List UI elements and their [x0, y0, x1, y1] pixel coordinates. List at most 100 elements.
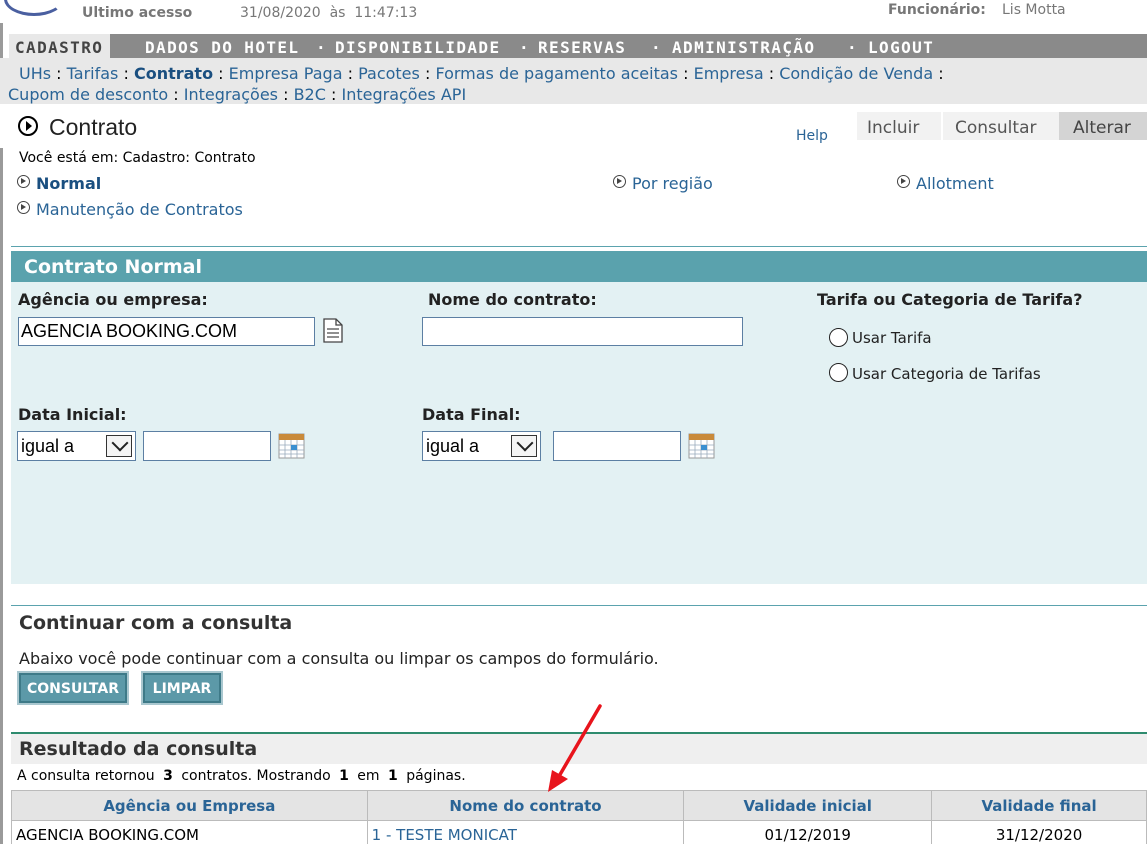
sub-nav-integracoes-api[interactable]: Integrações API	[341, 85, 466, 104]
sub-nav: UHs : Tarifas : Contrato : Empresa Paga …	[0, 58, 1147, 104]
sub-nav-separator: :	[173, 85, 179, 104]
contrato-normal-form: Contrato Normal Agência ou empresa: AGEN…	[11, 251, 1147, 584]
data-final-input[interactable]	[553, 431, 681, 461]
data-inicial-operator-value: igual a	[21, 436, 75, 456]
option-allotment[interactable]: Allotment	[897, 174, 994, 193]
option-por-regiao-label: Por região	[632, 174, 713, 193]
summary-text: A consulta retornou	[17, 768, 155, 784]
main-nav-administracao[interactable]: ADMINISTRAÇÃO	[672, 38, 815, 57]
chevron-down-icon	[106, 435, 132, 457]
summary-text: contratos. Mostrando	[181, 768, 331, 784]
data-final-operator-select[interactable]: igual a	[422, 431, 541, 461]
sub-nav-separator: :	[347, 64, 353, 83]
results-table: Agência ou Empresa Nome do contrato Vali…	[11, 790, 1147, 844]
divider	[11, 246, 1147, 247]
column-header-validade-final[interactable]: Validade final	[931, 790, 1147, 821]
cell-nome: 1 - TESTE MONICAT	[366, 820, 685, 844]
sub-nav-b2c[interactable]: B2C	[294, 85, 326, 104]
result-count: 3	[163, 768, 173, 784]
usar-categoria-radio[interactable]	[829, 363, 848, 382]
usar-tarifa-radio[interactable]	[829, 328, 848, 347]
sub-nav-separator: :	[938, 64, 944, 83]
limpar-button[interactable]: LIMPAR	[141, 671, 223, 705]
results-title: Resultado da consulta	[19, 738, 258, 760]
sub-nav-integracoes[interactable]: Integrações	[184, 85, 278, 104]
option-manutencao-contratos[interactable]: Manutenção de Contratos	[17, 200, 243, 219]
page-current: 1	[339, 768, 349, 784]
main-nav-separator: ·	[847, 38, 859, 57]
sub-nav-empresa[interactable]: Empresa	[694, 64, 764, 83]
main-nav-logout[interactable]: LOGOUT	[868, 38, 934, 57]
help-link[interactable]: Help	[796, 128, 828, 144]
document-icon[interactable]	[322, 318, 344, 343]
calendar-icon[interactable]	[688, 432, 715, 459]
sub-nav-contrato[interactable]: Contrato	[134, 64, 213, 83]
sub-nav-cupom[interactable]: Cupom de desconto	[8, 85, 168, 104]
agencia-label: Agência ou empresa:	[18, 290, 208, 309]
option-por-regiao[interactable]: Por região	[613, 174, 713, 193]
tab-consultar[interactable]: Consultar	[941, 112, 1059, 140]
tab-incluir[interactable]: Incluir	[857, 112, 941, 140]
data-final-label: Data Final:	[422, 405, 521, 424]
table-row: AGENCIA BOOKING.COM 1 - TESTE MONICAT 01…	[11, 820, 1147, 844]
sub-nav-formas-pagamento[interactable]: Formas de pagamento aceitas	[435, 64, 678, 83]
form-header: Contrato Normal	[11, 251, 1147, 282]
calendar-icon[interactable]	[278, 432, 305, 459]
main-nav-dados-do-hotel[interactable]: DADOS DO HOTEL	[145, 38, 299, 57]
chevron-down-icon	[511, 435, 537, 457]
cell-validade-final: 31/12/2020	[931, 820, 1147, 844]
sub-nav-empresa-paga[interactable]: Empresa Paga	[229, 64, 343, 83]
sub-nav-separator: :	[768, 64, 775, 83]
sub-nav-separator: :	[123, 64, 129, 83]
sub-nav-separator: :	[56, 64, 62, 83]
data-final-operator-value: igual a	[426, 436, 480, 456]
page-title: Contrato	[49, 114, 138, 140]
nome-contrato-input[interactable]	[422, 317, 743, 346]
column-header-nome[interactable]: Nome do contrato	[366, 790, 685, 821]
usar-tarifa-label: Usar Tarifa	[852, 329, 932, 347]
employee-label: Funcionário:	[888, 2, 986, 18]
annotation-arrow	[548, 704, 602, 792]
summary-text: em	[357, 768, 380, 784]
divider	[11, 605, 1147, 606]
form-title: Contrato Normal	[24, 256, 203, 278]
arrow-circle-icon	[897, 175, 910, 188]
consultar-button[interactable]: CONSULTAR	[17, 671, 129, 705]
agencia-input[interactable]: AGENCIA BOOKING.COM	[18, 317, 315, 346]
sub-nav-separator: :	[424, 64, 431, 83]
continue-description: Abaixo você pode continuar com a consult…	[19, 649, 659, 668]
option-normal[interactable]: Normal	[17, 174, 101, 193]
contract-link[interactable]: 1 - TESTE MONICAT	[372, 826, 517, 844]
tab-alterar[interactable]: Alterar	[1059, 112, 1147, 140]
summary-text: páginas.	[406, 768, 466, 784]
sub-nav-condicao-venda[interactable]: Condição de Venda	[779, 64, 933, 83]
usar-categoria-label: Usar Categoria de Tarifas	[852, 365, 1041, 383]
sub-nav-separator: :	[283, 85, 289, 104]
sub-nav-uhs[interactable]: UHs	[19, 64, 51, 83]
main-nav-reservas[interactable]: RESERVAS	[538, 38, 626, 57]
main-nav-cadastro[interactable]: CADASTRO	[9, 34, 111, 58]
employee-value: Lis Motta	[1002, 2, 1066, 18]
main-nav-separator: ·	[519, 38, 531, 57]
column-header-validade-inicial[interactable]: Validade inicial	[683, 790, 933, 821]
last-access-label: Ultimo acesso	[82, 5, 193, 21]
last-access-value: 31/08/2020 às 11:47:13	[240, 5, 418, 21]
sub-nav-separator: :	[331, 85, 337, 104]
column-header-agencia[interactable]: Agência ou Empresa	[11, 790, 368, 821]
sub-nav-tarifas[interactable]: Tarifas	[67, 64, 119, 83]
data-inicial-operator-select[interactable]: igual a	[17, 431, 136, 461]
nome-contrato-label: Nome do contrato:	[428, 290, 597, 309]
logo	[4, 0, 64, 16]
arrow-circle-icon	[17, 201, 30, 214]
results-summary: A consulta retornou 3 contratos. Mostran…	[17, 768, 466, 784]
sub-nav-pacotes[interactable]: Pacotes	[358, 64, 420, 83]
page-header: Contrato Help Incluir Consultar Alterar	[0, 104, 1147, 148]
top-strip: Ultimo acesso 31/08/2020 às 11:47:13 Fun…	[0, 0, 1147, 23]
cell-validade-inicial: 01/12/2019	[683, 820, 933, 844]
arrow-circle-icon	[18, 116, 38, 136]
main-nav-separator: ·	[651, 38, 663, 57]
sub-nav-separator: :	[683, 64, 689, 83]
sub-nav-separator: :	[218, 64, 224, 83]
main-nav-disponibilidade[interactable]: DISPONIBILIDADE	[335, 38, 501, 57]
data-inicial-input[interactable]	[143, 431, 271, 461]
